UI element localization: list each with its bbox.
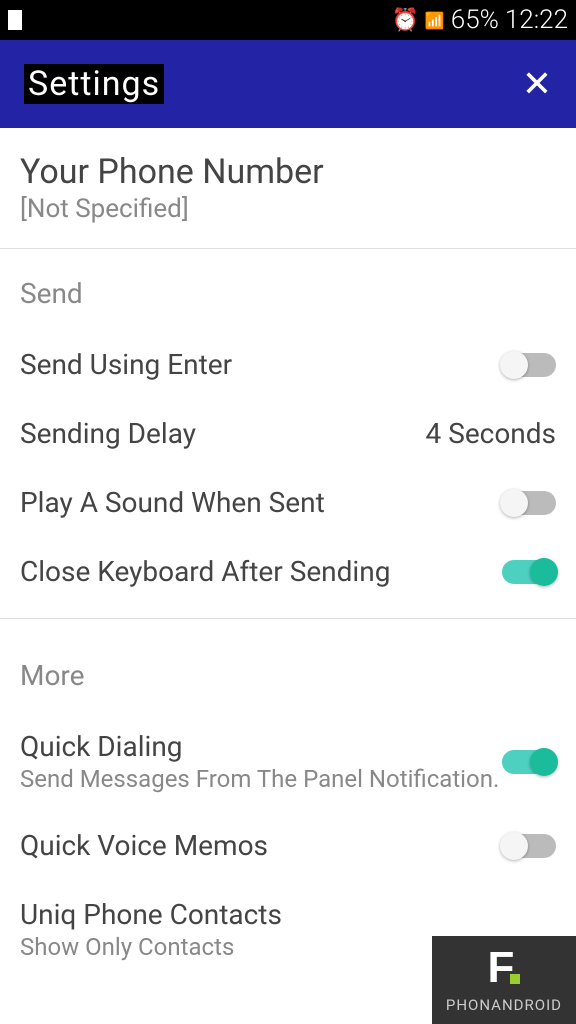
send-using-enter-label: Send Using Enter bbox=[20, 348, 502, 381]
uniq-phone-contacts-label: Uniq Phone Contacts bbox=[20, 898, 556, 931]
close-keyboard-toggle[interactable] bbox=[502, 560, 556, 584]
quick-voice-memos-row[interactable]: Quick Voice Memos bbox=[0, 811, 576, 880]
page-title: Settings bbox=[24, 64, 164, 104]
quick-dialing-label-group: Quick Dialing Send Messages From The Pan… bbox=[20, 730, 502, 793]
phone-number-value: [Not Specified] bbox=[20, 194, 556, 224]
sending-delay-label: Sending Delay bbox=[20, 417, 426, 450]
phone-number-section[interactable]: Your Phone Number [Not Specified] bbox=[0, 128, 576, 249]
more-section-header: More bbox=[0, 631, 576, 712]
quick-dialing-toggle[interactable] bbox=[502, 750, 556, 774]
quick-voice-memos-toggle[interactable] bbox=[502, 834, 556, 858]
send-using-enter-toggle[interactable] bbox=[502, 353, 556, 377]
status-left bbox=[8, 10, 22, 30]
signal-icon: 📶 bbox=[425, 11, 445, 30]
quick-dialing-row[interactable]: Quick Dialing Send Messages From The Pan… bbox=[0, 712, 576, 811]
send-section-header: Send bbox=[0, 249, 576, 330]
divider bbox=[0, 618, 576, 619]
send-using-enter-row[interactable]: Send Using Enter bbox=[0, 330, 576, 399]
sending-delay-row[interactable]: Sending Delay 4 Seconds bbox=[0, 399, 576, 468]
phone-number-label: Your Phone Number bbox=[20, 152, 556, 192]
status-right: ⏰ 📶 65% 12:22 bbox=[391, 5, 568, 35]
play-sound-toggle[interactable] bbox=[502, 491, 556, 515]
close-keyboard-label: Close Keyboard After Sending bbox=[20, 555, 502, 588]
quick-dialing-sublabel: Send Messages From The Panel Notificatio… bbox=[20, 765, 502, 793]
logo-dot-icon bbox=[510, 974, 520, 984]
alarm-icon: ⏰ bbox=[391, 8, 418, 33]
quick-voice-memos-label: Quick Voice Memos bbox=[20, 829, 502, 862]
play-sound-row[interactable]: Play A Sound When Sent bbox=[0, 468, 576, 537]
time-text: 12:22 bbox=[505, 5, 568, 35]
status-bar: ⏰ 📶 65% 12:22 bbox=[0, 0, 576, 40]
close-icon[interactable]: ✕ bbox=[522, 63, 552, 105]
sending-delay-value: 4 Seconds bbox=[426, 417, 556, 450]
quick-dialing-label: Quick Dialing bbox=[20, 730, 502, 763]
battery-text: 65% bbox=[451, 5, 499, 35]
content: Your Phone Number [Not Specified] Send S… bbox=[0, 128, 576, 979]
status-indicator bbox=[8, 10, 22, 30]
close-keyboard-row[interactable]: Close Keyboard After Sending bbox=[0, 537, 576, 606]
play-sound-label: Play A Sound When Sent bbox=[20, 486, 502, 519]
watermark: F PHONANDROID bbox=[432, 936, 576, 1024]
app-header: Settings ✕ bbox=[0, 40, 576, 128]
watermark-logo: F bbox=[487, 946, 520, 990]
watermark-text: PHONANDROID bbox=[446, 996, 562, 1014]
